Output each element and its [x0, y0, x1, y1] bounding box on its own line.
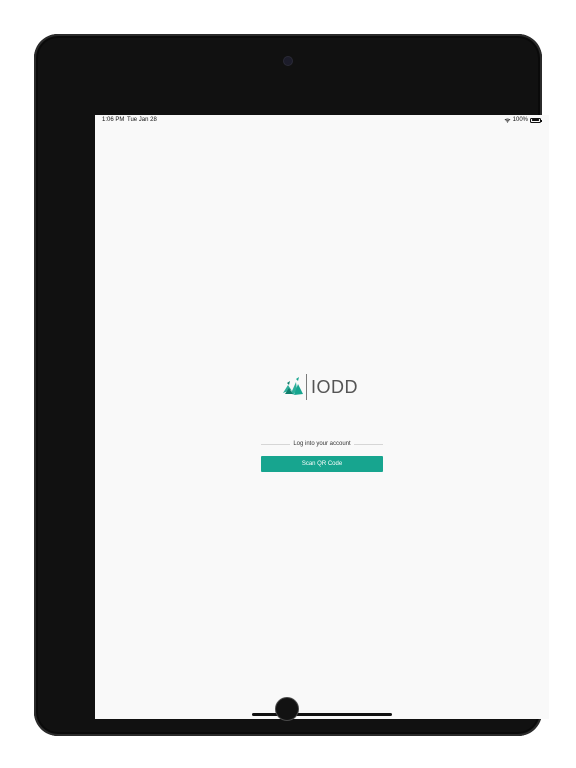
status-right-group: 100% [504, 117, 542, 123]
status-time: 1:06 PM [102, 117, 125, 123]
home-indicator[interactable] [252, 713, 392, 716]
iodd-logo-icon [282, 376, 304, 398]
iodd-logo: IODD [282, 373, 358, 401]
divider-line-left [261, 443, 291, 445]
wifi-icon [504, 118, 511, 123]
status-date: Tue Jan 28 [127, 117, 157, 123]
login-label-row: Log into your account [261, 440, 383, 448]
home-button[interactable] [275, 697, 299, 721]
divider-line-right [353, 443, 383, 445]
ipad-device-frame: 1:06 PM Tue Jan 28 100% IODD Log into yo… [34, 34, 549, 736]
camera-icon [284, 57, 292, 65]
app-screen: 1:06 PM Tue Jan 28 100% IODD Log into yo… [95, 115, 549, 719]
battery-fill [531, 119, 540, 121]
battery-icon [530, 117, 542, 123]
login-label: Log into your account [293, 441, 351, 447]
battery-percentage: 100% [512, 117, 528, 123]
logo-text: IODD [311, 377, 358, 397]
status-bar: 1:06 PM Tue Jan 28 100% [95, 115, 549, 127]
logo-divider [306, 374, 307, 400]
scan-qr-code-button[interactable]: Scan QR Code [261, 456, 383, 472]
